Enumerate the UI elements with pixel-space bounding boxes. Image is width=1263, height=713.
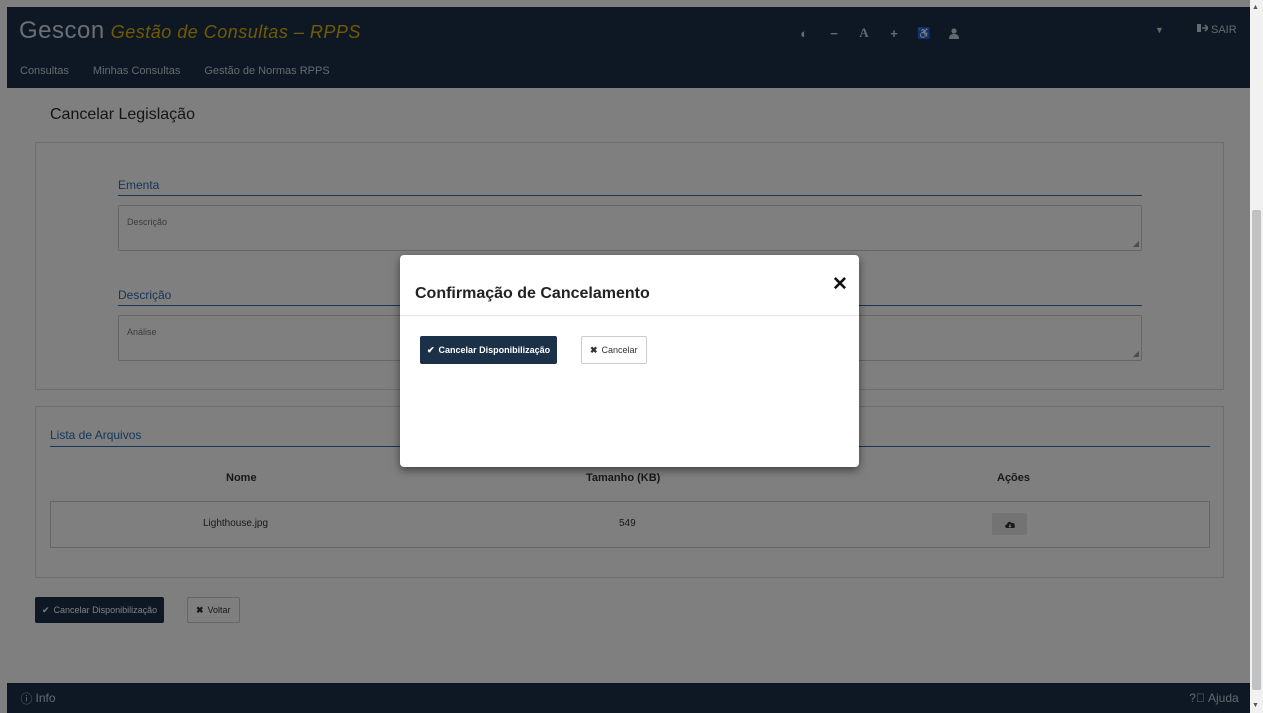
modal-confirm-button[interactable]: ✔ Cancelar Disponibilização <box>420 336 558 364</box>
confirm-cancel-modal: Confirmação de Cancelamento ✕ ✔ Cancelar… <box>400 255 859 467</box>
times-icon: ✖ <box>590 344 598 355</box>
scroll-thumb[interactable] <box>1252 210 1261 690</box>
close-icon[interactable]: ✕ <box>832 273 848 296</box>
page-scrollbar[interactable]: ▲ ▼ <box>1250 0 1263 713</box>
modal-confirm-label: Cancelar Disponibilização <box>438 345 551 355</box>
scroll-up-icon[interactable]: ▲ <box>1252 4 1259 11</box>
modal-divider <box>400 315 859 316</box>
check-icon: ✔ <box>427 344 435 355</box>
modal-title: Confirmação de Cancelamento <box>415 285 650 302</box>
modal-cancel-button[interactable]: ✖ Cancelar <box>581 336 647 364</box>
modal-cancel-label: Cancelar <box>601 345 638 355</box>
scroll-down-icon[interactable]: ▼ <box>1252 702 1259 709</box>
